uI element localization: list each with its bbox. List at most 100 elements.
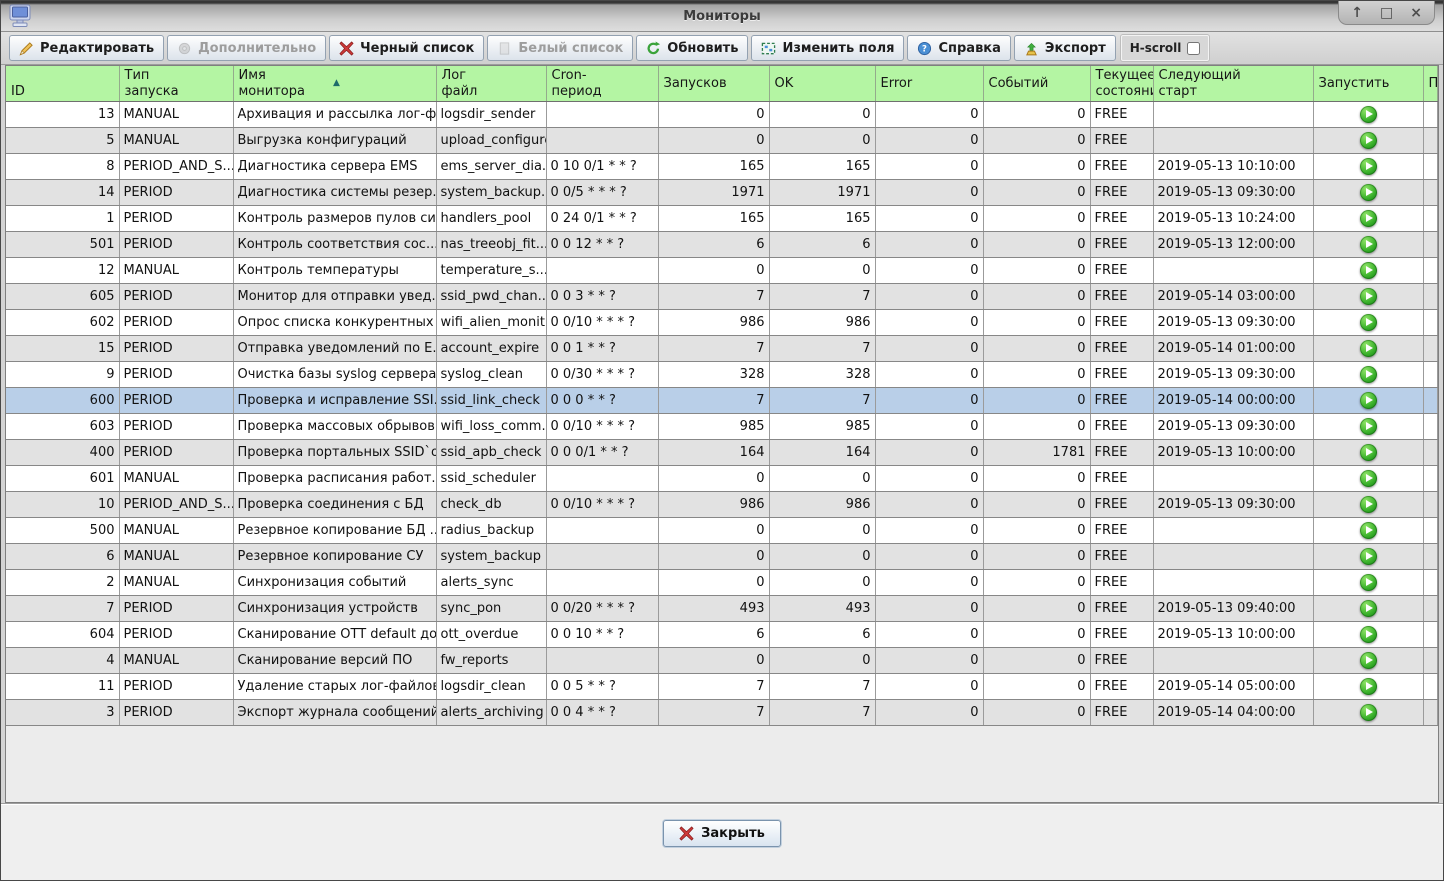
cell-cron <box>546 102 658 128</box>
cell-run <box>1313 414 1423 440</box>
cell-ok: 0 <box>769 648 875 674</box>
table-row[interactable]: 13MANUALАрхивация и рассылка лог-ф...log… <box>6 102 1438 128</box>
run-button[interactable] <box>1360 158 1377 175</box>
table-row[interactable]: 500MANUALРезервное копирование БД ...rad… <box>6 518 1438 544</box>
run-button[interactable] <box>1360 626 1377 643</box>
table-row[interactable]: 601MANUALПроверка расписания работ...ssi… <box>6 466 1438 492</box>
cell-error: 0 <box>875 700 983 726</box>
toolbar-button-blacklist[interactable]: Черный список <box>329 35 484 61</box>
cell-runs: 493 <box>658 596 769 622</box>
cell-cron <box>546 258 658 284</box>
table-row[interactable]: 11PERIODУдаление старых лог-файловlogsdi… <box>6 674 1438 700</box>
run-button[interactable] <box>1360 106 1377 123</box>
column-header-run[interactable]: Запустить <box>1313 66 1423 102</box>
maximize-icon[interactable]: □ <box>1380 6 1393 20</box>
close-button[interactable]: Закрыть <box>663 820 781 847</box>
cell-run <box>1313 492 1423 518</box>
cell-log: upload_configure <box>436 128 546 154</box>
run-button[interactable] <box>1360 496 1377 513</box>
cell-run <box>1313 128 1423 154</box>
table-row[interactable]: 602PERIODОпрос списка конкурентных ...wi… <box>6 310 1438 336</box>
close-icon[interactable]: × <box>1410 6 1422 20</box>
run-button[interactable] <box>1360 184 1377 201</box>
cell-next_start: 2019-05-13 09:30:00 <box>1153 310 1313 336</box>
table-row[interactable]: 603PERIODПроверка массовых обрывов ...wi… <box>6 414 1438 440</box>
table-row[interactable]: 3PERIODЭкспорт журнала сообщенийalerts_a… <box>6 700 1438 726</box>
cell-type: PERIOD <box>119 206 233 232</box>
shade-icon[interactable]: ↑ <box>1351 6 1363 20</box>
toolbar-button-edit[interactable]: Редактировать <box>9 35 164 61</box>
column-header-type[interactable]: Тип запуска <box>119 66 233 102</box>
table-row[interactable]: 600PERIODПроверка и исправление SSI...ss… <box>6 388 1438 414</box>
table-row[interactable]: 6MANUALРезервное копирование СУsystem_ba… <box>6 544 1438 570</box>
column-header-cron[interactable]: Cron- период <box>546 66 658 102</box>
column-header-ok[interactable]: OK <box>769 66 875 102</box>
table-row[interactable]: 9PERIODОчистка базы syslog сервераsyslog… <box>6 362 1438 388</box>
white-list-icon <box>497 41 512 56</box>
app-icon <box>6 4 32 28</box>
cell-runs: 7 <box>658 336 769 362</box>
cell-name: Контроль температуры <box>233 258 436 284</box>
run-button[interactable] <box>1360 392 1377 409</box>
column-header-last[interactable]: П <box>1423 66 1438 102</box>
column-header-events[interactable]: Событий <box>983 66 1090 102</box>
run-button[interactable] <box>1360 470 1377 487</box>
toolbar-button-export[interactable]: Экспорт <box>1014 35 1116 61</box>
run-button[interactable] <box>1360 340 1377 357</box>
run-button[interactable] <box>1360 366 1377 383</box>
run-button[interactable] <box>1360 288 1377 305</box>
run-button[interactable] <box>1360 210 1377 227</box>
table-row[interactable]: 4MANUALСканирование версий ПОfw_reports0… <box>6 648 1438 674</box>
run-button[interactable] <box>1360 704 1377 721</box>
toolbar-button-refresh[interactable]: Обновить <box>636 35 748 61</box>
cell-cron: 0 0/10 * * * ? <box>546 414 658 440</box>
cell-runs: 7 <box>658 674 769 700</box>
toolbar-button-help[interactable]: ?Справка <box>907 35 1010 61</box>
table-row[interactable]: 604PERIODСканирование OTT default до...o… <box>6 622 1438 648</box>
table-row[interactable]: 1PERIODКонтроль размеров пулов си...hand… <box>6 206 1438 232</box>
cell-last <box>1423 128 1438 154</box>
run-button[interactable] <box>1360 132 1377 149</box>
run-button[interactable] <box>1360 236 1377 253</box>
cell-next_start: 2019-05-14 00:00:00 <box>1153 388 1313 414</box>
run-button[interactable] <box>1360 600 1377 617</box>
table-row[interactable]: 605PERIODМонитор для отправки увед...ssi… <box>6 284 1438 310</box>
run-button[interactable] <box>1360 262 1377 279</box>
cell-last <box>1423 674 1438 700</box>
column-header-id[interactable]: ID <box>6 66 119 102</box>
toolbar-button-edit-fields[interactable]: Изменить поля <box>751 35 904 61</box>
cell-state: FREE <box>1090 648 1153 674</box>
table-row[interactable]: 12MANUALКонтроль температурыtemperature_… <box>6 258 1438 284</box>
column-header-error[interactable]: Error <box>875 66 983 102</box>
run-button[interactable] <box>1360 522 1377 539</box>
run-button[interactable] <box>1360 548 1377 565</box>
cell-type: PERIOD <box>119 310 233 336</box>
title-bar[interactable]: Мониторы ↑□× <box>1 1 1443 32</box>
cell-id: 501 <box>6 232 119 258</box>
table-row[interactable]: 2MANUALСинхронизация событийalerts_sync0… <box>6 570 1438 596</box>
table-row[interactable]: 14PERIODДиагностика системы резер...syst… <box>6 180 1438 206</box>
run-button[interactable] <box>1360 444 1377 461</box>
table-row[interactable]: 501PERIODКонтроль соответствия сос...nas… <box>6 232 1438 258</box>
column-header-next_start[interactable]: Следующий старт <box>1153 66 1313 102</box>
table-row[interactable]: 5MANUALВыгрузка конфигурацийupload_confi… <box>6 128 1438 154</box>
column-header-runs[interactable]: Запусков <box>658 66 769 102</box>
run-button[interactable] <box>1360 314 1377 331</box>
run-button[interactable] <box>1360 574 1377 591</box>
cell-id: 8 <box>6 154 119 180</box>
run-button[interactable] <box>1360 418 1377 435</box>
run-button[interactable] <box>1360 652 1377 669</box>
cell-ok: 0 <box>769 518 875 544</box>
column-header-state[interactable]: Текущее состояние <box>1090 66 1153 102</box>
run-button[interactable] <box>1360 678 1377 695</box>
table-row[interactable]: 8PERIOD_AND_S...Диагностика сервера EMSe… <box>6 154 1438 180</box>
cell-state: FREE <box>1090 362 1153 388</box>
table-row[interactable]: 10PERIOD_AND_S...Проверка соединения с Б… <box>6 492 1438 518</box>
table-row[interactable]: 7PERIODСинхронизация устройствsync_pon0 … <box>6 596 1438 622</box>
cell-cron: 0 0 12 * * ? <box>546 232 658 258</box>
column-header-name[interactable]: Имя монитора▲ <box>233 66 436 102</box>
table-row[interactable]: 15PERIODОтправка уведомлений по E...acco… <box>6 336 1438 362</box>
column-header-log[interactable]: Лог файл <box>436 66 546 102</box>
table-row[interactable]: 400PERIODПроверка портальных SSID`о...ss… <box>6 440 1438 466</box>
h-scroll-checkbox[interactable] <box>1187 42 1200 55</box>
